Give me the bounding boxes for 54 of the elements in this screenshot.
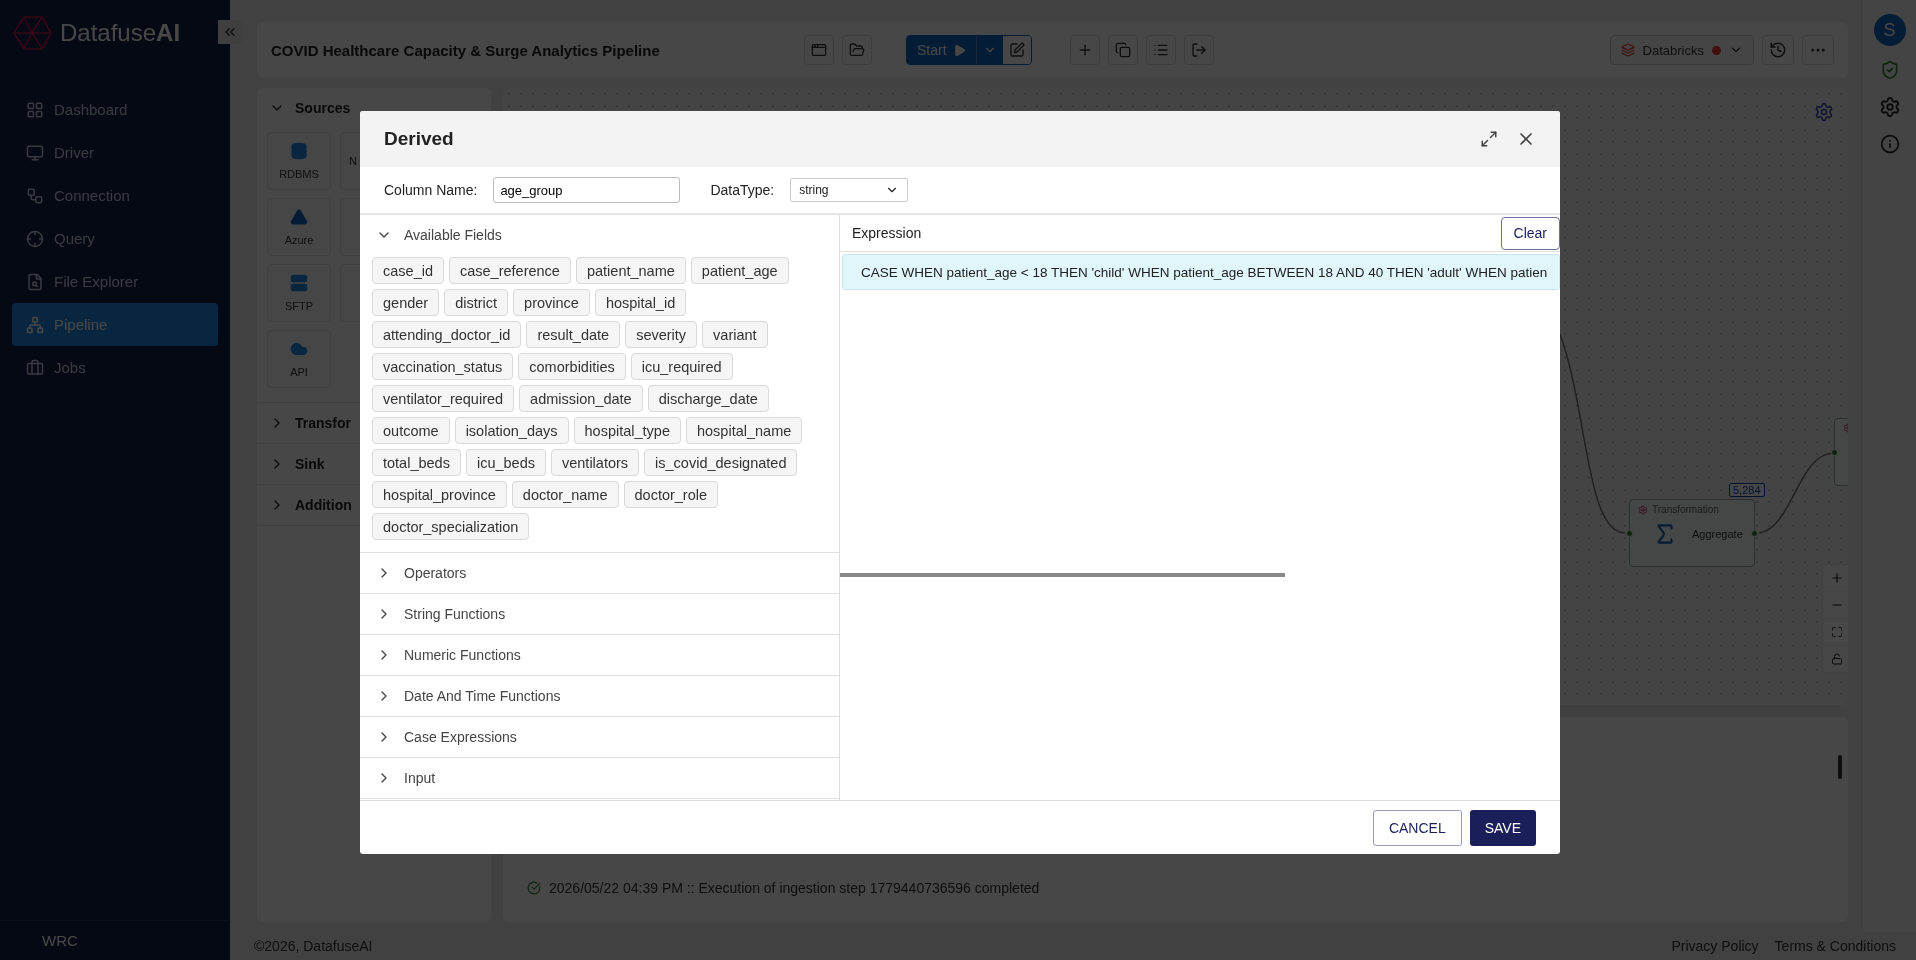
field-chip[interactable]: icu_required [630,353,733,380]
field-chip[interactable]: vaccination_status [372,353,514,380]
field-chip[interactable]: hospital_province [372,481,507,508]
field-chip[interactable]: comorbidities [518,353,626,380]
field-chip[interactable]: discharge_date [647,385,769,412]
field-chip[interactable]: total_beds [372,449,461,476]
field-chip[interactable]: ventilator_required [372,385,515,412]
field-chip[interactable]: variant [702,321,768,348]
expression-field[interactable]: CASE WHEN patient_age < 18 THEN 'child' WHEN patient_age BETWEEN 18 AND 40 THEN 'adult' WHEN patien [842,254,1560,290]
scrollbar[interactable] [840,573,1285,577]
accordion-header[interactable]: Available Fields [360,215,839,255]
field-chip[interactable]: outcome [372,417,450,444]
field-chip[interactable]: hospital_type [573,417,681,444]
log-message: 2026/05/22 04:39 PM :: Execution of ingestion step 1779440736596 completed [549,880,1040,896]
field-chip[interactable]: patient_age [690,257,789,284]
field-chip[interactable]: isolation_days [454,417,569,444]
accordion-header[interactable]: Case Expressions [360,717,839,757]
field-chip[interactable]: doctor_role [623,481,719,508]
field-chip[interactable]: gender [372,289,440,316]
accordion-header[interactable]: Date And Time Functions [360,676,839,716]
expand-icon [1480,130,1498,148]
field-chip[interactable]: admission_date [519,385,643,412]
field-chip[interactable]: doctor_specialization [372,513,530,540]
field-label: DataType: [710,182,775,198]
field-chip[interactable]: severity [625,321,698,348]
field-chip[interactable]: province [513,289,590,316]
field-label: Column Name: [384,182,478,198]
field-chip[interactable]: case_id [372,257,444,284]
accordion-header[interactable]: Numeric Functions [360,635,839,675]
column-name-input[interactable]: age_group [493,177,681,203]
node-label: Aggregate [1692,528,1743,540]
accordion-header[interactable]: Operators [360,553,839,593]
field-chip[interactable]: doctor_name [511,481,619,508]
expression-label: Expression [852,225,922,241]
cancel-button[interactable]: CANCEL [1372,809,1462,846]
field-chip[interactable]: hospital_name [686,417,803,444]
datatype-select[interactable]: string [790,178,909,202]
brand-name: DatafuseAI [60,19,181,47]
clear-button[interactable]: Clear [1500,216,1560,250]
field-chip[interactable]: case_reference [449,257,571,284]
accordion-header[interactable]: String Functions [360,594,839,634]
field-chip[interactable]: district [444,289,509,316]
pipeline-title: COVID Healthcare Capacity & Surge Analytics Pipeline [271,41,661,59]
field-chip[interactable]: is_covid_designated [644,449,798,476]
field-chip[interactable]: result_date [526,321,621,348]
expand-button[interactable] [1480,130,1498,148]
save-button[interactable]: SAVE [1469,809,1536,846]
field-chip[interactable]: patient_name [575,257,686,284]
field-chip[interactable]: ventilators [550,449,640,476]
accordion-header[interactable]: Input [360,758,839,798]
field-chip[interactable]: icu_beds [465,449,546,476]
field-chip[interactable]: hospital_id [594,289,687,316]
dialog-title: Derived [384,128,455,150]
field-chip[interactable]: attending_doctor_id [372,321,522,348]
